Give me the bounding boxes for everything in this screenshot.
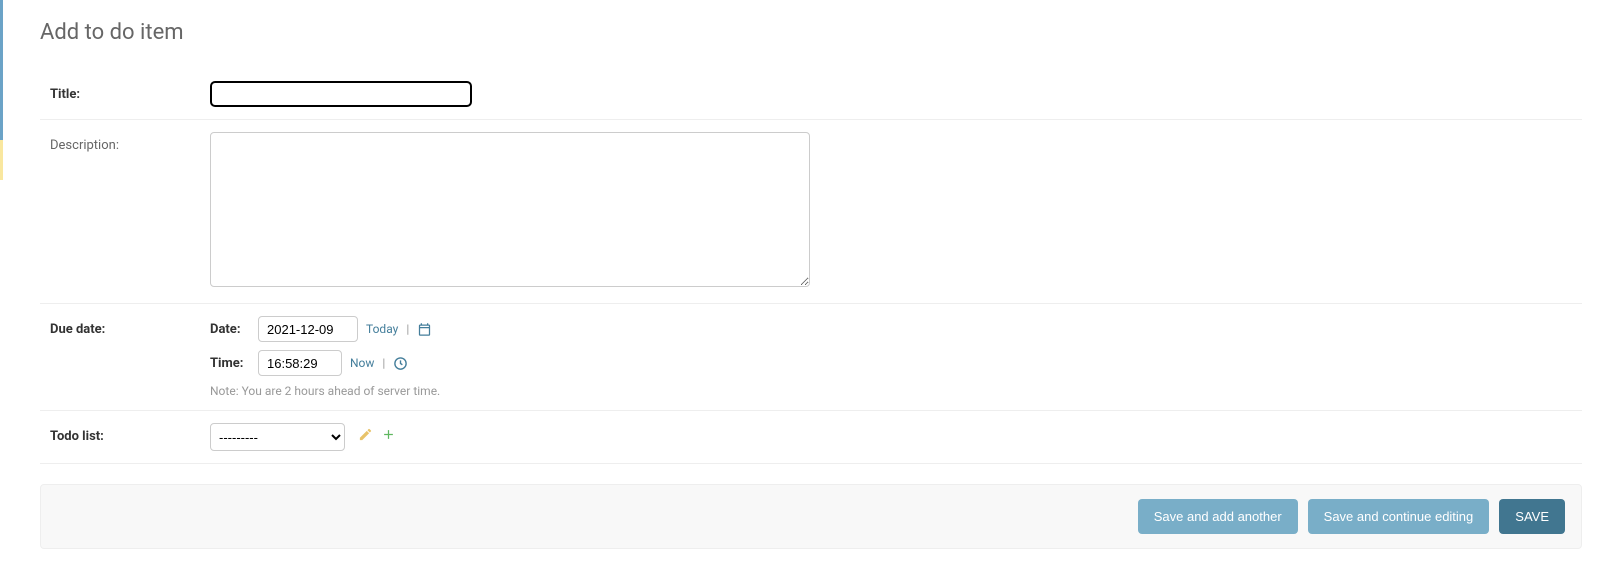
due-date-row: Due date: Date: Today | Time: Now |	[40, 304, 1582, 411]
description-label: Description:	[40, 132, 210, 153]
date-sublabel: Date:	[210, 322, 250, 337]
page-title: Add to do item	[40, 20, 1582, 45]
due-date-label: Due date:	[40, 316, 210, 337]
title-row: Title:	[40, 69, 1582, 120]
time-line: Time: Now |	[210, 350, 1582, 376]
time-separator: |	[382, 356, 385, 370]
date-input[interactable]	[258, 316, 358, 342]
now-link[interactable]: Now	[350, 356, 374, 370]
todo-list-label: Todo list:	[40, 423, 210, 444]
todo-list-row: Todo list: ---------	[40, 411, 1582, 464]
date-separator: |	[406, 322, 409, 336]
save-continue-button[interactable]: Save and continue editing	[1308, 499, 1490, 534]
title-label: Title:	[40, 81, 210, 102]
pencil-icon[interactable]	[358, 427, 373, 442]
save-add-another-button[interactable]: Save and add another	[1138, 499, 1298, 534]
date-line: Date: Today |	[210, 316, 1582, 342]
submit-row: Save and add another Save and continue e…	[40, 484, 1582, 549]
time-input[interactable]	[258, 350, 342, 376]
left-accent-bar	[0, 0, 3, 160]
form-container: Add to do item Title: Description: Due d…	[8, 0, 1622, 569]
today-link[interactable]: Today	[366, 322, 398, 336]
calendar-icon[interactable]	[417, 322, 432, 337]
plus-icon[interactable]	[381, 427, 396, 442]
time-sublabel: Time:	[210, 356, 250, 371]
todo-list-select[interactable]: ---------	[210, 423, 345, 451]
title-input[interactable]	[210, 81, 472, 107]
timezone-note: Note: You are 2 hours ahead of server ti…	[210, 384, 1582, 398]
description-input[interactable]	[210, 132, 810, 287]
save-button[interactable]: SAVE	[1499, 499, 1565, 534]
description-row: Description:	[40, 120, 1582, 304]
clock-icon[interactable]	[393, 356, 408, 371]
